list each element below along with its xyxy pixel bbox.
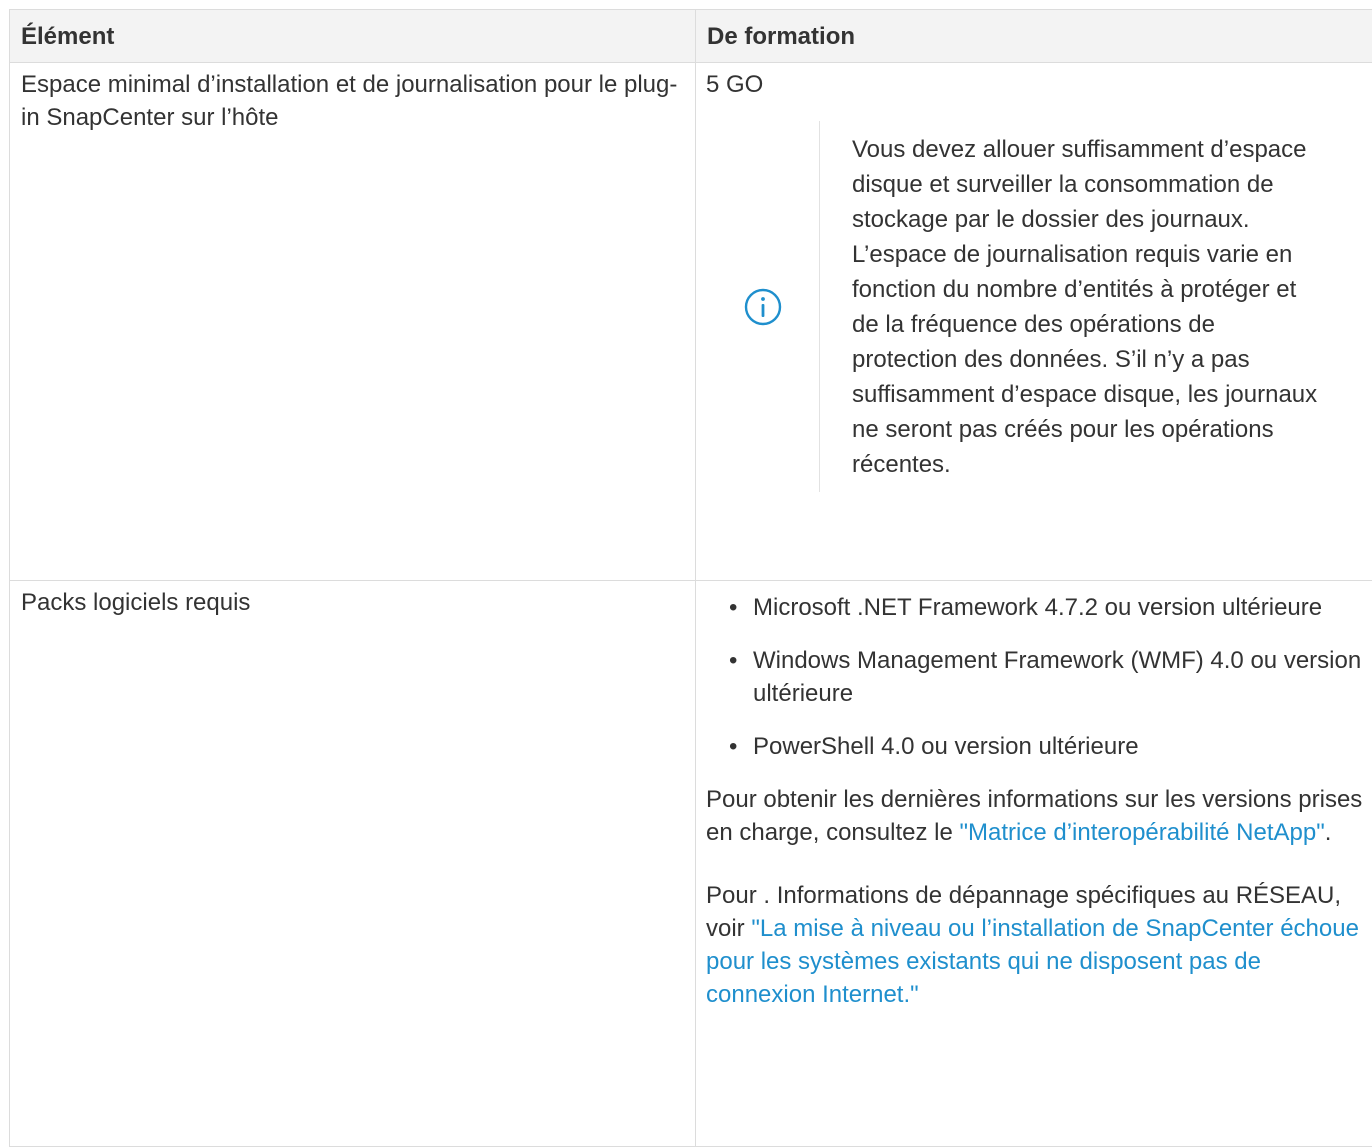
- interop-text-end: .: [1325, 819, 1332, 846]
- table-header-row: Élément De formation: [10, 10, 1372, 63]
- note-admonition: Vous devez allouer suffisamment d’espace…: [706, 121, 1372, 492]
- interop-paragraph: Pour obtenir les dernières informations …: [706, 783, 1372, 849]
- info-icon: [744, 288, 782, 326]
- list-item: Windows Management Framework (WMF) 4.0 o…: [726, 644, 1372, 710]
- requirement-value: 5 GO: [706, 68, 1372, 101]
- item-cell: Packs logiciels requis: [10, 581, 696, 1147]
- troubleshooting-paragraph: Pour . Informations de dépannage spécifi…: [706, 879, 1372, 1011]
- header-item: Élément: [10, 10, 696, 63]
- requirements-table: Élément De formation Espace minimal d’in…: [9, 9, 1372, 1147]
- requirement-cell: Microsoft .NET Framework 4.7.2 ou versio…: [696, 581, 1372, 1147]
- requirement-cell: 5 GO Vous devez allouer suffisamment d’e…: [696, 63, 1372, 581]
- interop-matrix-link[interactable]: "Matrice d’interopérabilité NetApp": [960, 819, 1325, 846]
- note-icon-column: [706, 121, 820, 492]
- header-requirement: De formation: [696, 10, 1372, 63]
- note-text: Vous devez allouer suffisamment d’espace…: [820, 121, 1322, 492]
- item-label: Packs logiciels requis: [21, 589, 250, 616]
- list-item: Microsoft .NET Framework 4.7.2 ou versio…: [726, 591, 1372, 624]
- item-cell: Espace minimal d’installation et de jour…: [10, 63, 696, 581]
- table-row: Packs logiciels requis Microsoft .NET Fr…: [10, 581, 1372, 1147]
- table-row: Espace minimal d’installation et de jour…: [10, 63, 1372, 581]
- software-list: Microsoft .NET Framework 4.7.2 ou versio…: [706, 591, 1372, 763]
- item-label: Espace minimal d’installation et de jour…: [21, 71, 677, 131]
- troubleshooting-link[interactable]: "La mise à niveau ou l’installation de S…: [706, 915, 1359, 1008]
- list-item: PowerShell 4.0 ou version ultérieure: [726, 730, 1372, 763]
